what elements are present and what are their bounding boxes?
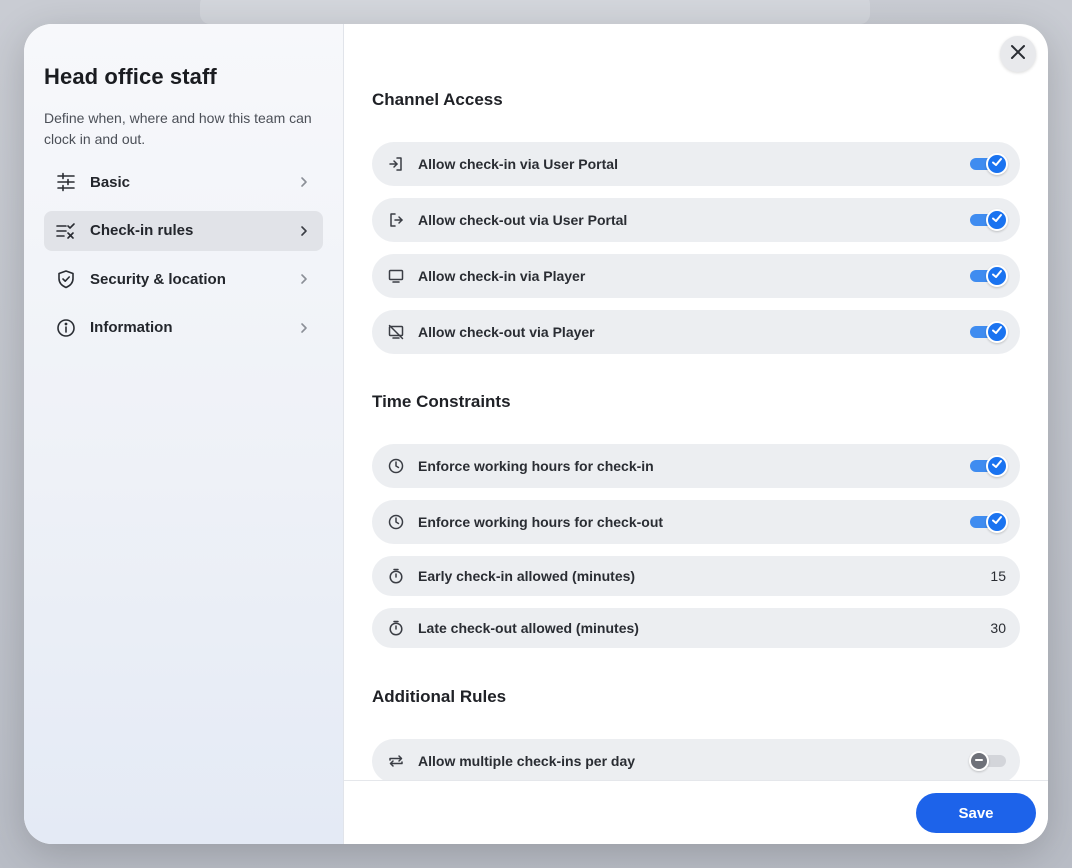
minutes-value[interactable]: 30 bbox=[990, 620, 1006, 636]
team-description: Define when, where and how this team can… bbox=[44, 110, 312, 147]
check-icon bbox=[991, 211, 1003, 229]
chevron-right-icon bbox=[297, 321, 311, 335]
checklist-icon bbox=[56, 221, 76, 241]
sidebar: Head office staff Define when, where and… bbox=[24, 24, 344, 844]
setting-row: Allow check-in via Player bbox=[372, 254, 1020, 298]
sliders-icon bbox=[56, 172, 76, 192]
team-settings-modal: Head office staff Define when, where and… bbox=[24, 24, 1048, 844]
toggle-switch[interactable] bbox=[970, 320, 1008, 344]
monitor-icon bbox=[388, 268, 404, 284]
setting-row: Early check-in allowed (minutes) 15 bbox=[372, 556, 1020, 596]
setting-label: Early check-in allowed (minutes) bbox=[418, 568, 636, 584]
section-title-channel-access: Channel Access bbox=[372, 90, 503, 109]
settings-scroll-area[interactable]: Channel Access Allow check-in via User P… bbox=[372, 24, 1020, 780]
chevron-right-icon bbox=[297, 272, 311, 286]
setting-row: Enforce working hours for check-in bbox=[372, 444, 1020, 488]
info-icon bbox=[56, 318, 76, 338]
setting-row: Allow multiple check-ins per day bbox=[372, 739, 1020, 780]
check-icon bbox=[991, 513, 1003, 531]
settings-content: Channel Access Allow check-in via User P… bbox=[344, 24, 1048, 844]
monitor-off-icon bbox=[388, 324, 404, 340]
nav-item-security-location[interactable]: Security & location bbox=[44, 259, 323, 299]
save-button[interactable]: Save bbox=[916, 793, 1036, 833]
setting-row: Late check-out allowed (minutes) 30 bbox=[372, 608, 1020, 648]
clock-icon bbox=[388, 514, 404, 530]
setting-label: Allow check-in via User Portal bbox=[418, 156, 618, 172]
setting-row: Allow check-out via User Portal bbox=[372, 198, 1020, 242]
login-icon bbox=[388, 156, 404, 172]
modal-footer: Save bbox=[344, 780, 1048, 844]
section-title-additional-rules: Additional Rules bbox=[372, 687, 507, 706]
setting-row: Enforce working hours for check-out bbox=[372, 500, 1020, 544]
toggle-switch[interactable] bbox=[970, 152, 1008, 176]
setting-label: Allow check-out via User Portal bbox=[418, 212, 628, 228]
setting-row: Allow check-in via User Portal bbox=[372, 142, 1020, 186]
clock-icon bbox=[388, 458, 404, 474]
check-icon bbox=[991, 323, 1003, 341]
nav-label: Information bbox=[90, 319, 173, 336]
toggle-switch[interactable] bbox=[969, 749, 1006, 773]
minus-icon bbox=[974, 752, 984, 770]
nav-label: Check-in rules bbox=[90, 222, 194, 239]
settings-nav: Basic Check-in rules Security & location… bbox=[44, 162, 323, 348]
check-icon bbox=[991, 457, 1003, 475]
toggle-switch[interactable] bbox=[970, 208, 1008, 232]
team-title: Head office staff bbox=[44, 64, 217, 89]
nav-label: Basic bbox=[90, 173, 131, 191]
toggle-switch[interactable] bbox=[970, 454, 1008, 478]
toggle-switch[interactable] bbox=[970, 264, 1008, 288]
nav-item-information[interactable]: Information bbox=[44, 308, 323, 348]
setting-label: Allow check-in via Player bbox=[418, 268, 586, 284]
setting-label: Late check-out allowed (minutes) bbox=[418, 620, 639, 636]
setting-label: Allow check-out via Player bbox=[418, 324, 595, 340]
nav-label: Security & location bbox=[90, 270, 226, 288]
toggle-switch[interactable] bbox=[970, 510, 1008, 534]
stopwatch-icon bbox=[388, 568, 404, 584]
check-icon bbox=[991, 155, 1003, 173]
chevron-right-icon bbox=[297, 175, 311, 189]
nav-item-basic[interactable]: Basic bbox=[44, 162, 323, 202]
setting-label: Allow multiple check-ins per day bbox=[418, 753, 636, 769]
check-icon bbox=[991, 267, 1003, 285]
repeat-icon bbox=[388, 753, 404, 769]
minutes-value[interactable]: 15 bbox=[990, 568, 1006, 584]
logout-icon bbox=[388, 212, 404, 228]
setting-label: Enforce working hours for check-out bbox=[418, 514, 664, 530]
section-title-time-constraints: Time Constraints bbox=[372, 392, 511, 411]
shield-check-icon bbox=[56, 269, 76, 289]
nav-item-check-in-rules[interactable]: Check-in rules bbox=[44, 210, 323, 251]
setting-row: Allow check-out via Player bbox=[372, 310, 1020, 354]
background-search-bar bbox=[200, 0, 870, 24]
setting-label: Enforce working hours for check-in bbox=[418, 458, 654, 474]
chevron-right-icon bbox=[297, 224, 311, 238]
stopwatch-icon bbox=[388, 620, 404, 636]
